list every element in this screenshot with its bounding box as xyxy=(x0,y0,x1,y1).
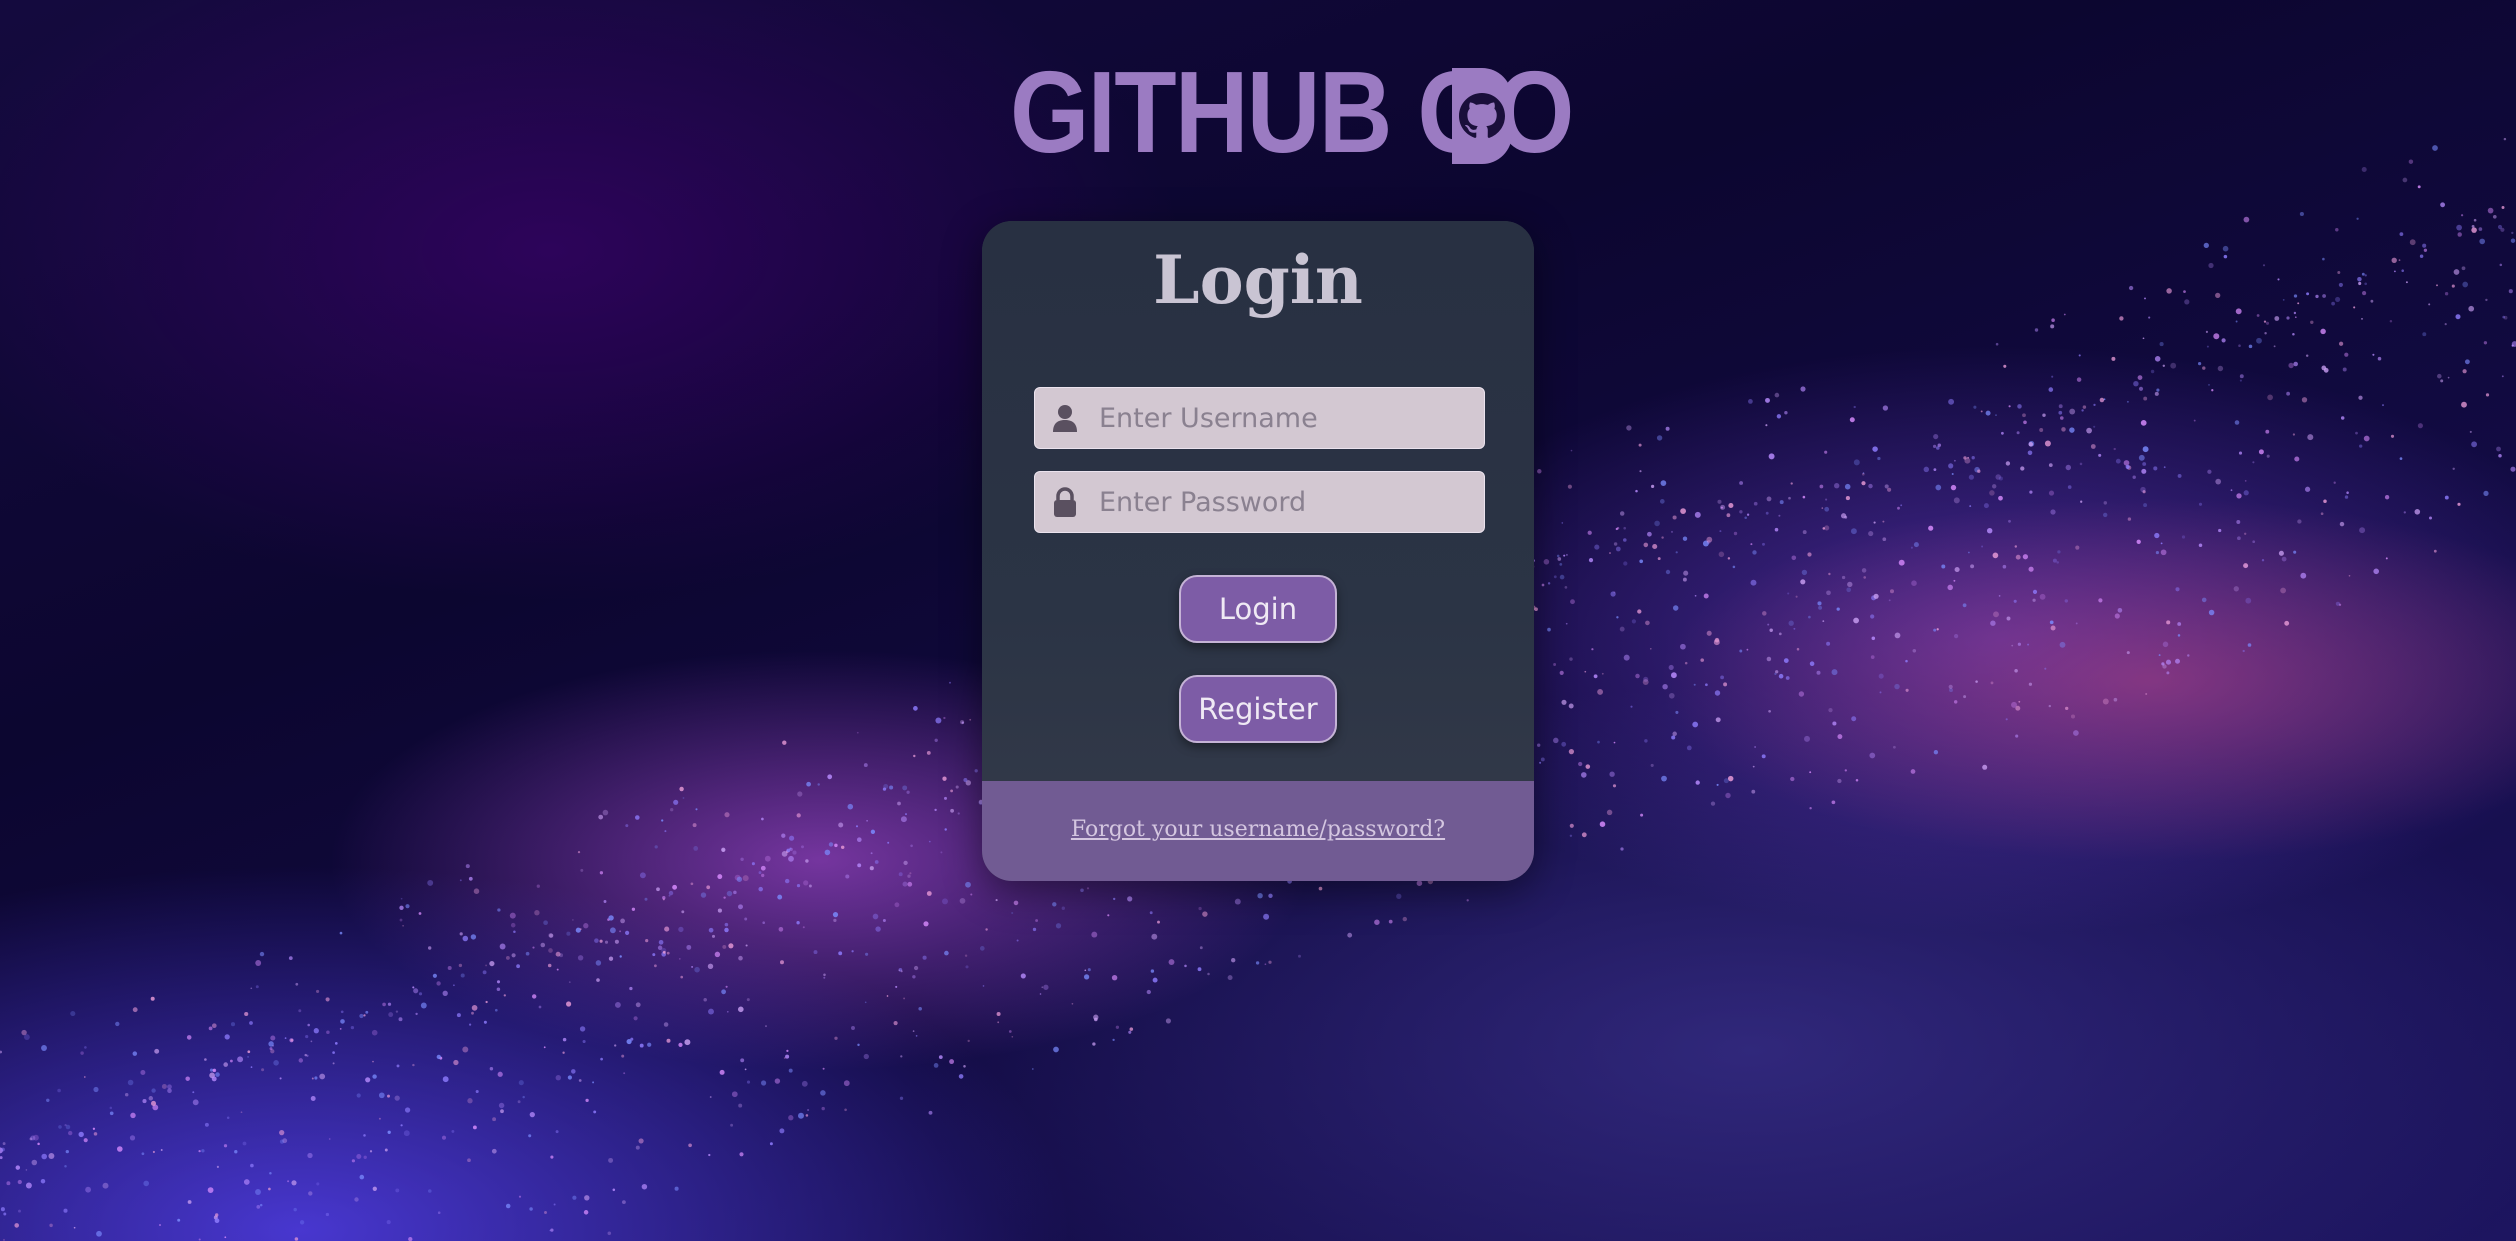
login-card: Login Login Register Forgot your use xyxy=(982,221,1534,881)
username-input[interactable] xyxy=(1099,402,1469,434)
register-button[interactable]: Register xyxy=(1179,675,1337,743)
login-form: Login Login Register xyxy=(982,221,1534,781)
login-button[interactable]: Login xyxy=(1179,575,1337,643)
forgot-credentials-link[interactable]: Forgot your username/password? xyxy=(1071,817,1445,842)
octocat-icon xyxy=(1452,68,1512,164)
lock-icon xyxy=(1049,486,1081,518)
password-field[interactable] xyxy=(1034,471,1485,533)
card-footer: Forgot your username/password? xyxy=(982,781,1534,881)
password-input[interactable] xyxy=(1099,486,1469,518)
user-icon xyxy=(1049,402,1081,434)
login-title: Login xyxy=(1153,241,1363,319)
app-logo: GITHUB GO xyxy=(1010,54,1574,170)
username-field[interactable] xyxy=(1034,387,1485,449)
